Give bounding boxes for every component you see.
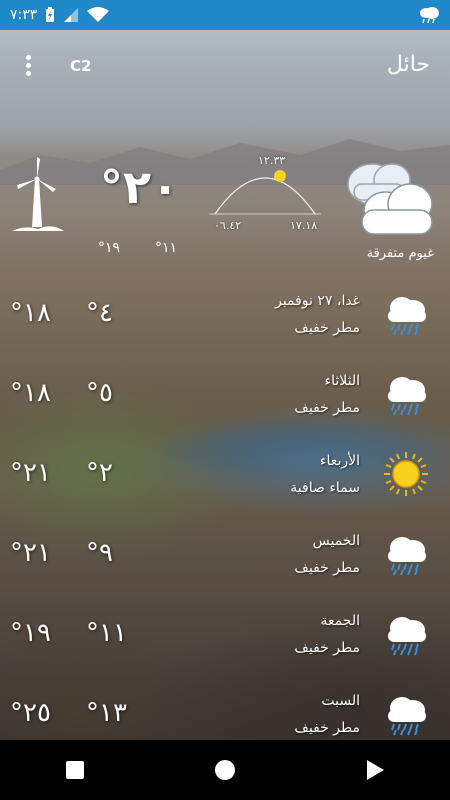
forecast-row[interactable]: °٢١ °٩ الخميس مطر خفيف <box>0 520 450 600</box>
forecast-day: غدا، ٢٧ نوفمبر <box>275 293 360 309</box>
navigation-bar <box>0 740 450 800</box>
more-vert-icon[interactable] <box>16 52 40 80</box>
forecast-day: الأربعاء <box>319 453 360 469</box>
status-bar: ٧:٣٣ <box>0 0 450 30</box>
home-button[interactable] <box>205 750 245 790</box>
forecast-condition: مطر خفيف <box>294 400 360 416</box>
battery-charging-icon <box>46 7 55 22</box>
current-high-temp: °١٩ <box>98 240 121 256</box>
forecast-day: الثلاثاء <box>324 373 360 389</box>
forecast-condition: مطر خفيف <box>294 560 360 576</box>
windmill-icon <box>12 157 64 231</box>
forecast-high: °١٨ <box>10 298 51 328</box>
forecast-day: الجمعة <box>320 613 360 629</box>
current-temperature: °٢٠ <box>100 160 180 214</box>
current-low-temp: °١١ <box>155 240 178 256</box>
back-button[interactable] <box>355 750 395 790</box>
recents-button[interactable] <box>55 750 95 790</box>
forecast-condition: مطر خفيف <box>294 640 360 656</box>
forecast-low: °١٣ <box>86 698 127 728</box>
cloud-rain-icon <box>420 7 439 24</box>
forecast-low: °١١ <box>86 618 127 648</box>
forecast-condition: مطر خفيف <box>294 320 360 336</box>
rain-icon <box>388 537 426 576</box>
forecast-high: °١٨ <box>10 378 51 408</box>
forecast-row[interactable]: °١٨ °٥ الثلاثاء مطر خفيف <box>0 360 450 440</box>
forecast-high: °٢٥ <box>10 698 51 728</box>
forecast-low: °٩ <box>86 538 113 568</box>
forecast-day: الخميس <box>312 533 360 549</box>
forecast-condition: مطر خفيف <box>294 720 360 736</box>
forecast-row[interactable]: °١٩ °١١ الجمعة مطر خفيف <box>0 600 450 680</box>
triangle-icon <box>367 760 384 780</box>
forecast-high: °٢١ <box>10 458 51 488</box>
forecast-high: °١٩ <box>10 618 51 648</box>
signal-icon <box>64 8 79 22</box>
sunset-time: ١٧.١٨ <box>290 219 318 232</box>
current-condition: غيوم متفرقة <box>366 246 434 261</box>
rain-icon <box>388 697 426 736</box>
rain-icon <box>388 377 426 416</box>
sun-icon <box>384 452 428 496</box>
square-icon <box>66 761 84 779</box>
forecast-day: السبت <box>321 693 360 709</box>
circle-icon <box>215 760 235 780</box>
sun-position-icon <box>274 170 286 182</box>
forecast-low: °٢ <box>86 458 113 488</box>
status-time: ٧:٣٣ <box>10 7 38 23</box>
unit-toggle[interactable]: C2 <box>70 57 91 75</box>
city-name[interactable]: حائل <box>387 52 430 77</box>
rain-icon <box>388 297 426 336</box>
rain-icon <box>388 617 426 656</box>
wifi-icon <box>87 7 110 22</box>
cloud-icon <box>347 163 433 235</box>
sun-noon-time: ١٢.٣٣ <box>258 154 286 167</box>
forecast-row[interactable]: °٢١ °٢ الأربعاء سماء صافية <box>0 440 450 520</box>
sunrise-time: ٠٦.٤٢ <box>214 219 242 232</box>
top-bar: C2 حائل <box>0 44 450 88</box>
forecast-condition: سماء صافية <box>290 480 360 496</box>
forecast-low: °٥ <box>86 378 113 408</box>
forecast-high: °٢١ <box>10 538 51 568</box>
forecast-row[interactable]: °١٨ °٤ غدا، ٢٧ نوفمبر مطر خفيف <box>0 280 450 360</box>
forecast-low: °٤ <box>86 298 113 328</box>
